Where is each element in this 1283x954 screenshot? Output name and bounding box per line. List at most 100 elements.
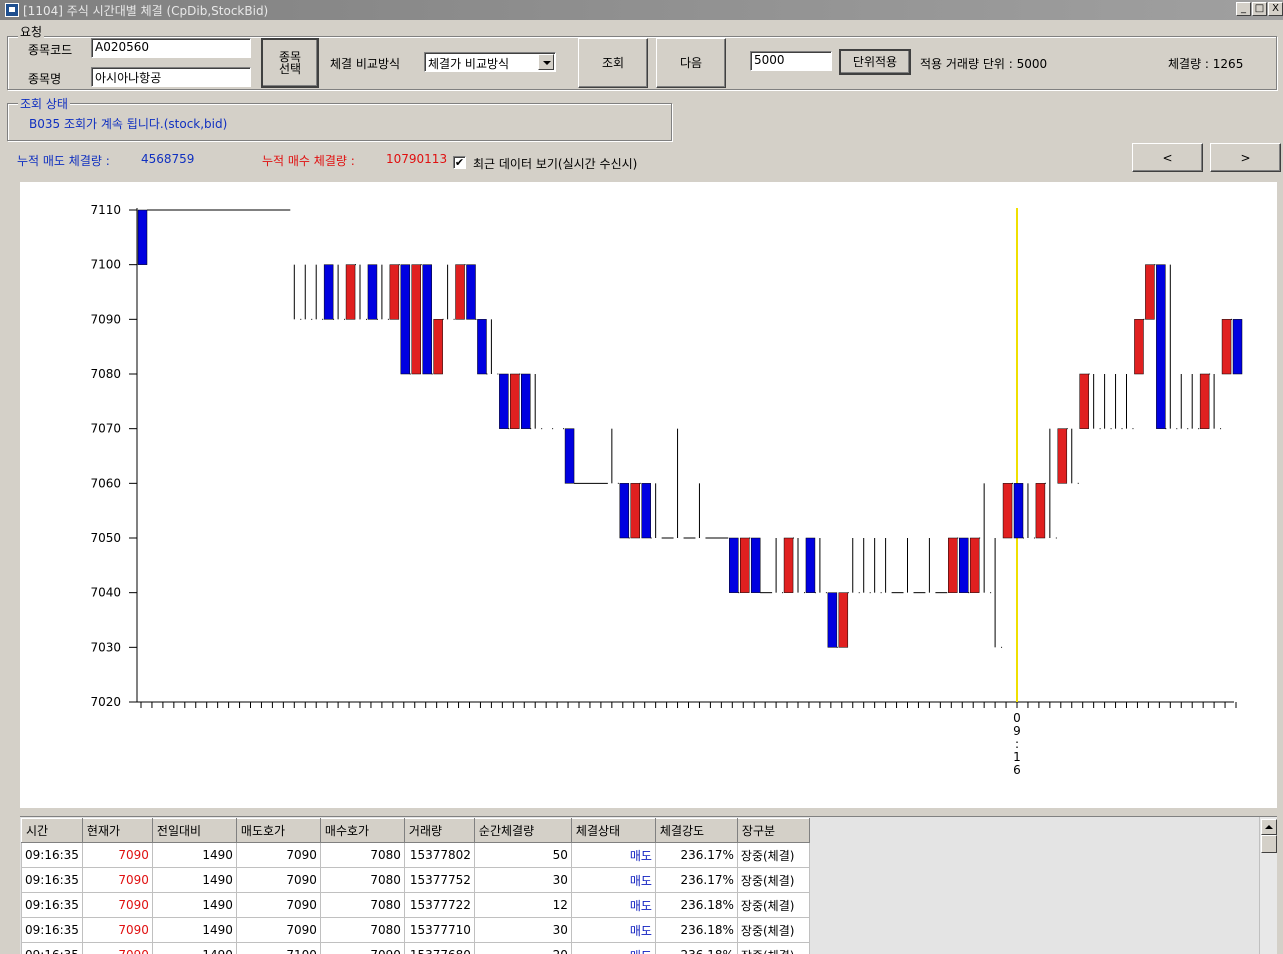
buy-bar bbox=[740, 537, 750, 593]
sell-bar bbox=[805, 537, 816, 593]
trade-table-panel: 시간 현재가 전일대비 매도호가 매수호가 거래량 순간체결량 체결상태 체결강도 장구분 09:… bbox=[20, 816, 1277, 954]
buy-volume-label: 누적 매수 체결량 : bbox=[262, 154, 355, 168]
cell-change: 1490 bbox=[151, 842, 237, 868]
buy-bar bbox=[1221, 319, 1232, 375]
buy-bar bbox=[969, 537, 980, 593]
buy-bar bbox=[1079, 373, 1089, 429]
compare-method-label: 체결 비교방식 bbox=[330, 57, 401, 71]
y-tick-label: 7060 bbox=[90, 476, 121, 490]
buy-bar bbox=[838, 592, 849, 648]
sell-bar bbox=[466, 264, 476, 320]
buy-bar bbox=[1134, 319, 1144, 375]
buy-bar bbox=[455, 264, 465, 320]
cell-change: 1490 bbox=[151, 942, 237, 954]
buy-bar bbox=[1035, 483, 1046, 539]
cell-tick-volume: 20 bbox=[473, 942, 572, 954]
sell-bar bbox=[641, 483, 651, 539]
close-button[interactable]: X bbox=[1268, 2, 1283, 16]
cell-price: 7090 bbox=[81, 942, 153, 954]
next-page-button[interactable]: > bbox=[1210, 143, 1281, 172]
column-header-ask[interactable]: 매도호가 bbox=[235, 818, 321, 843]
column-header-change[interactable]: 전일대비 bbox=[151, 818, 237, 843]
cell-market: 장중(체결) bbox=[736, 942, 810, 954]
sell-volume-value: 4568759 bbox=[141, 152, 195, 166]
cell-status: 매도 bbox=[570, 942, 656, 954]
buy-bar bbox=[411, 264, 421, 375]
stock-code-input[interactable]: A020560 bbox=[91, 38, 251, 58]
sell-bar bbox=[323, 264, 334, 320]
title-bar: [1104] 주식 시간대별 체결 (CpDib,StockBid) _ □ X bbox=[0, 0, 1283, 20]
cell-time: 09:16:35 bbox=[21, 942, 83, 954]
column-header-status[interactable]: 체결상태 bbox=[570, 818, 656, 843]
cell-bid: 7080 bbox=[319, 917, 405, 943]
scroll-thumb[interactable] bbox=[1261, 835, 1277, 853]
cursor-time-label: 1 bbox=[1013, 750, 1021, 764]
cell-ask: 7090 bbox=[235, 842, 321, 868]
dropdown-arrow-icon[interactable] bbox=[538, 54, 554, 70]
query-button[interactable]: 조회 bbox=[578, 38, 648, 88]
app-window: [1104] 주식 시간대별 체결 (CpDib,StockBid) _ □ X… bbox=[0, 0, 1283, 954]
stock-name-input[interactable]: 아시아나항공 bbox=[91, 67, 251, 87]
sell-bar bbox=[619, 483, 630, 539]
sell-bar bbox=[750, 537, 761, 593]
y-tick-label: 7030 bbox=[90, 640, 121, 654]
cell-time: 09:16:35 bbox=[21, 867, 83, 893]
stock-select-button[interactable]: 종목 선택 bbox=[261, 38, 319, 88]
y-tick-label: 7050 bbox=[90, 531, 121, 545]
cell-tick-volume: 50 bbox=[473, 842, 572, 868]
buy-bar bbox=[630, 483, 640, 539]
applied-unit-text: 적용 거래량 단위 : 5000 bbox=[920, 57, 1048, 71]
volume-text: 체결량 : 1265 bbox=[1168, 57, 1244, 71]
prev-page-button[interactable]: < bbox=[1132, 143, 1203, 172]
column-header-market[interactable]: 장구분 bbox=[736, 818, 810, 843]
cursor-time-label: 0 bbox=[1013, 711, 1021, 725]
unit-apply-button[interactable]: 단위적용 bbox=[839, 49, 911, 75]
app-icon bbox=[5, 3, 19, 17]
compare-method-value: 체결가 비교방식 bbox=[428, 57, 510, 71]
y-tick-label: 7020 bbox=[90, 695, 121, 709]
sell-bar bbox=[564, 428, 575, 484]
cell-status: 매도 bbox=[570, 867, 656, 893]
maximize-button[interactable]: □ bbox=[1252, 2, 1267, 16]
cell-bid: 7080 bbox=[319, 842, 405, 868]
cell-volume: 15377752 bbox=[403, 867, 475, 893]
cell-market: 장중(체결) bbox=[736, 867, 810, 893]
cell-strength: 236.18% bbox=[654, 942, 738, 954]
cell-market: 장중(체결) bbox=[736, 917, 810, 943]
column-header-bid[interactable]: 매수호가 bbox=[319, 818, 405, 843]
column-header-strength[interactable]: 체결강도 bbox=[654, 818, 738, 843]
cell-bid: 7080 bbox=[319, 867, 405, 893]
sell-volume-label: 누적 매도 체결량 : bbox=[17, 154, 110, 168]
cell-change: 1490 bbox=[151, 917, 237, 943]
realtime-checkbox[interactable]: ✔ bbox=[453, 156, 466, 169]
sell-bar bbox=[422, 264, 432, 375]
cell-price: 7090 bbox=[81, 917, 153, 943]
table-row[interactable]: 09:16:35 7090 1490 7090 7080 15377710 30 매도 236.… bbox=[21, 917, 810, 943]
column-header-volume[interactable]: 거래량 bbox=[403, 818, 475, 843]
compare-method-select[interactable]: 체결가 비교방식 bbox=[424, 52, 556, 72]
column-header-tick-volume[interactable]: 순간체결량 bbox=[473, 818, 572, 843]
table-row[interactable]: 09:16:35 7090 1490 7090 7080 15377722 12 매도 236.… bbox=[21, 892, 810, 918]
column-header-time[interactable]: 시간 bbox=[21, 818, 83, 843]
table-row[interactable]: 09:16:35 7090 1490 7090 7080 15377752 30 매도 236.… bbox=[21, 867, 810, 893]
scroll-up-arrow-icon[interactable] bbox=[1261, 819, 1277, 835]
chart-svg: 7110 7100 7090 7080 7070 7060 7050 7040 7030 7020… bbox=[90, 203, 1243, 777]
column-header-price[interactable]: 현재가 bbox=[81, 818, 153, 843]
window-controls: _ □ X bbox=[1236, 2, 1283, 16]
sell-bar bbox=[521, 373, 531, 429]
minimize-button[interactable]: _ bbox=[1236, 2, 1251, 16]
cell-status: 매도 bbox=[570, 917, 656, 943]
next-button[interactable]: 다음 bbox=[656, 38, 726, 88]
buy-bar bbox=[345, 264, 356, 320]
trade-chart: 7110 7100 7090 7080 7070 7060 7050 7040 7030 7020… bbox=[20, 182, 1277, 808]
unit-input[interactable]: 5000 bbox=[750, 51, 832, 71]
cell-volume: 15377802 bbox=[403, 842, 475, 868]
table-row[interactable]: 09:16:35 7090 1490 7090 7080 15377802 50 매도 236.… bbox=[21, 842, 810, 868]
stock-name-label: 종목명 bbox=[28, 72, 62, 86]
window-title: [1104] 주식 시간대별 체결 (CpDib,StockBid) bbox=[23, 3, 269, 18]
y-tick-label: 7090 bbox=[90, 312, 121, 326]
table-scrollbar[interactable] bbox=[1259, 817, 1277, 954]
buy-volume-value: 10790113 bbox=[386, 152, 448, 166]
cell-volume: 15377680 bbox=[403, 942, 475, 954]
table-row[interactable]: 09:16:3570901490710070901537768020매도236.… bbox=[21, 942, 810, 954]
